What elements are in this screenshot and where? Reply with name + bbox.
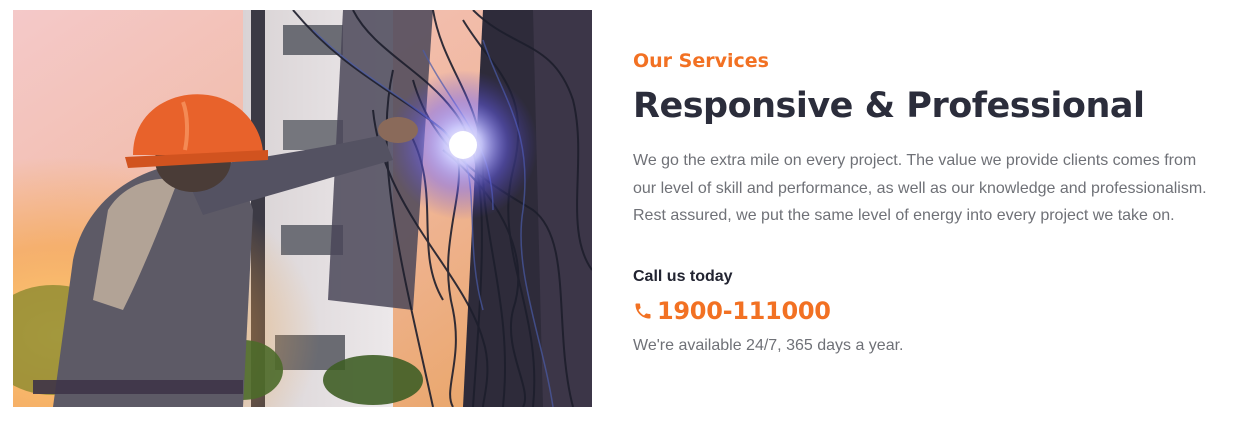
phone-link[interactable]: 1900-111000 <box>633 296 1233 326</box>
electrician-illustration <box>13 10 592 407</box>
services-content: Our Services Responsive & Professional W… <box>633 48 1233 356</box>
section-description: We go the extra mile on every project. T… <box>633 152 1207 224</box>
availability-text: We're available 24/7, 365 days a year. <box>633 336 904 354</box>
section-eyebrow: Our Services <box>633 50 769 72</box>
phone-number[interactable]: 1900-111000 <box>657 296 831 326</box>
services-section: Our Services Responsive & Professional W… <box>0 0 1259 424</box>
electrician-photo <box>13 10 592 407</box>
phone-icon <box>633 301 653 321</box>
call-label: Call us today <box>633 267 733 285</box>
section-title: Responsive & Professional <box>633 86 1145 126</box>
